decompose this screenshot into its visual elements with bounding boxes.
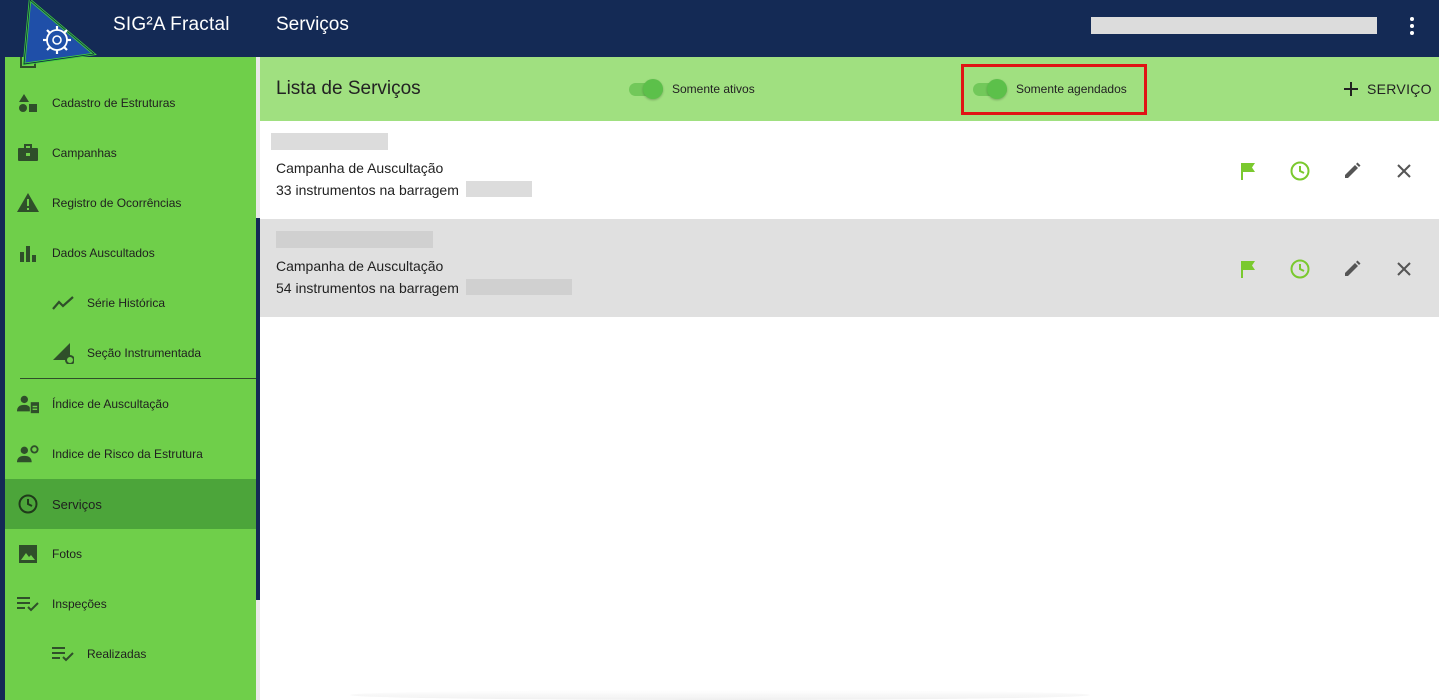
sidebar-item-label: Registro de Ocorrências [52,196,182,210]
sidebar-item-indice-risco[interactable]: Indice de Risco da Estrutura [5,429,256,479]
dam-name-redacted [466,279,572,295]
add-service-label: SERVIÇO [1367,81,1432,97]
clock-icon[interactable] [1288,159,1312,183]
sidebar: Cadastro de Estruturas Campanhas Registr… [0,57,256,700]
checklist-icon [17,593,39,615]
page-title: Serviços [276,14,349,35]
sidebar-item-cadastro-estruturas[interactable]: Cadastro de Estruturas [5,78,256,128]
sidebar-item-label: Realizadas [87,647,147,661]
line-chart-icon [52,292,74,314]
sidebar-item-campanhas[interactable]: Campanhas [5,128,256,178]
plus-icon [1344,82,1358,96]
toggle-knob [643,79,663,99]
checklist-icon [52,643,74,665]
service-type: Campanha de Auscultação [276,160,444,176]
service-instruments: 33 instrumentos na barragem [276,182,459,198]
service-title-redacted [271,133,388,150]
sidebar-item-label: Dados Auscultados [52,246,155,260]
more-menu-icon[interactable] [1400,14,1424,38]
clock-icon [17,493,39,515]
edit-icon[interactable] [1340,159,1364,183]
service-instruments: 54 instrumentos na barragem [276,280,459,296]
sidebar-item-label: Série Histórica [87,296,166,310]
sidebar-item-secao-instrumentada[interactable]: Seção Instrumentada [5,328,256,378]
service-title-redacted [276,231,433,248]
worker-gear-icon [17,443,39,465]
service-row[interactable]: Campanha de Auscultação 54 instrumentos … [260,219,1439,317]
worker-badge-icon [17,393,39,415]
sidebar-item-inspecoes[interactable]: Inspeções [5,579,256,629]
sidebar-item-label: Campanhas [52,146,117,160]
image-icon [17,543,39,565]
sidebar-item-label: Indice de Risco da Estrutura [52,447,203,461]
sidebar-item-serie-historica[interactable]: Série Histórica [5,278,256,328]
service-row[interactable]: Campanha de Auscultação 33 instrumentos … [260,121,1439,219]
sidebar-item-realizadas[interactable]: Realizadas [5,629,256,679]
sidebar-item-label: Inspeções [52,597,107,611]
list-header: Lista de Serviços Somente ativos Somente… [260,57,1439,121]
toggle-only-scheduled-label: Somente agendados [1016,82,1127,96]
close-icon[interactable] [1392,257,1416,281]
toggle-only-active-label: Somente ativos [672,82,755,96]
bottom-shadow [350,690,1090,700]
clock-icon[interactable] [1288,257,1312,281]
user-info-redacted [1091,17,1377,34]
sidebar-item-label: Seção Instrumentada [87,346,202,360]
sidebar-item-fotos[interactable]: Fotos [5,529,256,579]
top-app-bar: SIG²A Fractal Serviços [0,0,1439,66]
sidebar-item-label: Serviços [52,496,102,512]
list-title: Lista de Serviços [276,78,421,99]
app-title: SIG²A Fractal [113,14,230,35]
briefcase-icon [17,142,39,164]
shapes-icon [17,92,39,114]
sidebar-item-label: Cadastro de Estruturas [52,96,176,110]
partial-icon [52,693,74,700]
flag-icon[interactable] [1236,159,1260,183]
sidebar-item-indice-auscultacao[interactable]: Índice de Auscultação [5,379,256,429]
warning-icon [17,192,39,214]
close-icon[interactable] [1392,159,1416,183]
section-gear-icon [52,342,74,364]
service-type: Campanha de Auscultação [276,258,444,274]
sidebar-item-label: Índice de Auscultação [52,397,169,411]
bar-chart-icon [17,242,39,264]
sidebar-item-dados-auscultados[interactable]: Dados Auscultados [5,228,256,278]
edit-icon[interactable] [1340,257,1364,281]
sidebar-item-label: Fotos [52,547,83,561]
dam-name-redacted [466,181,532,197]
sidebar-item-partial-bottom[interactable] [5,679,256,700]
toggle-knob [987,79,1007,99]
sidebar-item-servicos[interactable]: Serviços [5,479,256,529]
app-logo[interactable] [22,0,98,68]
flag-icon[interactable] [1236,257,1260,281]
add-service-button[interactable]: SERVIÇO [1343,77,1432,101]
sidebar-item-registro-ocorrencias[interactable]: Registro de Ocorrências [5,178,256,228]
